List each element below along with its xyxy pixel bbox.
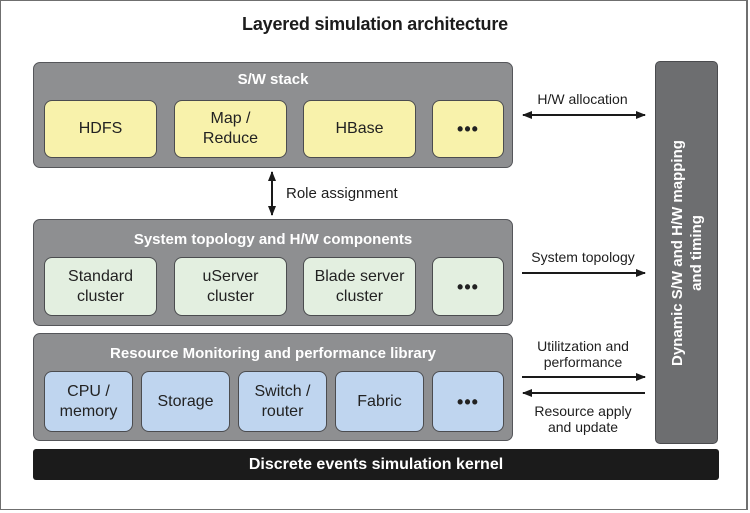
- connector-arrows: [268, 111, 646, 397]
